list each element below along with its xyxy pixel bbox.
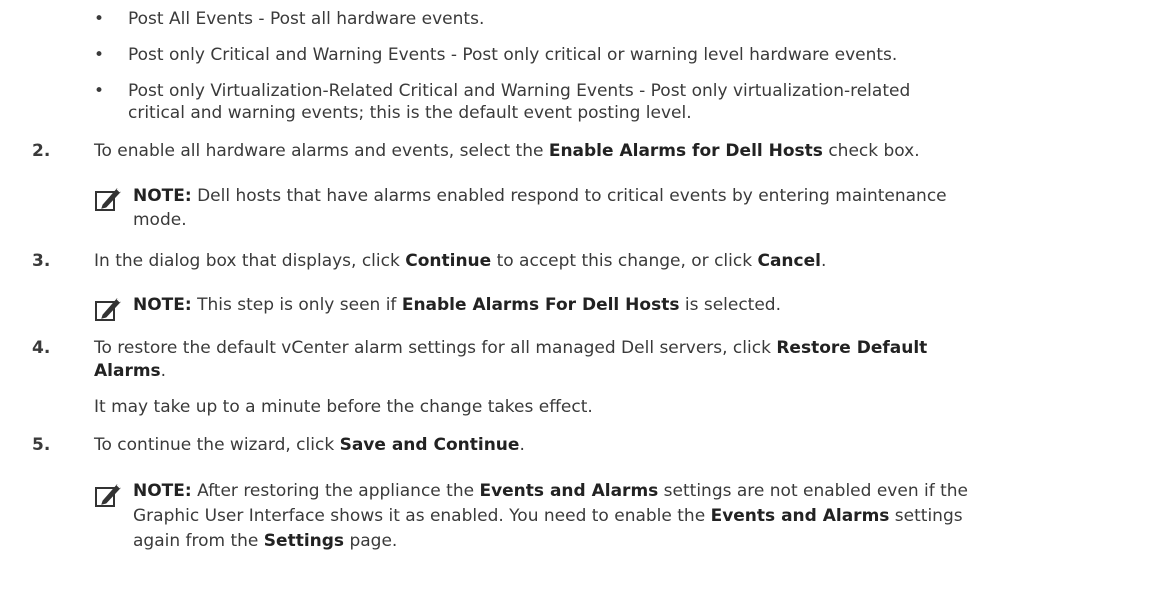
step-4-pre: To restore the default vCenter alarm set… xyxy=(94,338,777,358)
pencil-note-icon xyxy=(95,298,121,321)
step-number: 3. xyxy=(32,251,51,271)
note-label: NOTE: xyxy=(133,295,192,315)
step-5-text: To continue the wizard, click Save and C… xyxy=(94,434,525,456)
step-3-bold-continue: Continue xyxy=(405,251,492,271)
step-2-text: To enable all hardware alarms and events… xyxy=(94,140,920,162)
step-4-result: It may take up to a minute before the ch… xyxy=(94,397,593,417)
note-3-l3-bold: Settings xyxy=(263,531,345,551)
note-3-line-2: Graphic User Interface shows it as enabl… xyxy=(133,505,963,527)
bullet-marker: • xyxy=(94,9,105,29)
note-3-line-3: again from the Settings page. xyxy=(133,530,397,552)
note-2: NOTE: This step is only seen if Enable A… xyxy=(133,294,781,316)
step-5-post: . xyxy=(519,435,525,455)
note-label: NOTE: xyxy=(133,186,192,206)
note-3-l1-pre: After restoring the appliance the xyxy=(191,481,480,501)
note-1: NOTE: Dell hosts that have alarms enable… xyxy=(133,185,947,207)
bullet-item: Post only Virtualization-Related Critica… xyxy=(128,81,911,101)
note-3-l1-post: settings are not enabled even if the xyxy=(658,481,969,501)
step-5-pre: To continue the wizard, click xyxy=(94,435,340,455)
step-4-continued: Alarms. xyxy=(94,360,166,382)
step-3-pre: In the dialog box that displays, click xyxy=(94,251,406,271)
step-2-post: check box. xyxy=(822,141,920,161)
bullet-item: Post All Events - Post all hardware even… xyxy=(128,9,485,29)
note-3-l2-pre: Graphic User Interface shows it as enabl… xyxy=(133,506,711,526)
step-3-mid: to accept this change, or click xyxy=(491,251,758,271)
note-label: NOTE: xyxy=(133,481,192,501)
step-2-pre: To enable all hardware alarms and events… xyxy=(94,141,549,161)
bullet-marker: • xyxy=(94,81,105,101)
bullet-item-continued: critical and warning events; this is the… xyxy=(128,103,692,123)
bullet-item: Post only Critical and Warning Events - … xyxy=(128,45,898,65)
note-2-post: is selected. xyxy=(679,295,782,315)
note-2-bold: Enable Alarms For Dell Hosts xyxy=(401,295,680,315)
step-3-bold-cancel: Cancel xyxy=(757,251,821,271)
note-1-continued: mode. xyxy=(133,210,187,230)
note-3-l3-pre: again from the xyxy=(133,531,264,551)
step-4-bold: Restore Default xyxy=(776,338,928,358)
pencil-note-icon xyxy=(95,188,121,211)
pencil-note-icon xyxy=(95,484,121,507)
step-number: 4. xyxy=(32,338,51,358)
note-2-pre: This step is only seen if xyxy=(191,295,402,315)
bullet-marker: • xyxy=(94,45,105,65)
step-3-text: In the dialog box that displays, click C… xyxy=(94,250,826,272)
step-4-text: To restore the default vCenter alarm set… xyxy=(94,337,927,359)
step-5-bold: Save and Continue xyxy=(339,435,520,455)
step-number: 5. xyxy=(32,435,51,455)
step-2-bold: Enable Alarms for Dell Hosts xyxy=(548,141,823,161)
step-number: 2. xyxy=(32,141,51,161)
note-3-l1-bold: Events and Alarms xyxy=(479,481,659,501)
note-3-l2-bold: Events and Alarms xyxy=(710,506,890,526)
step-4-post: . xyxy=(160,361,167,381)
note-3-l3-post: page. xyxy=(344,531,398,551)
note-3: NOTE: After restoring the appliance the … xyxy=(133,480,968,502)
step-4-bold-alarms: Alarms xyxy=(94,361,161,381)
note-3-l2-post: settings xyxy=(889,506,963,526)
note-1-text: Dell hosts that have alarms enabled resp… xyxy=(191,186,947,206)
step-3-post: . xyxy=(820,251,827,271)
